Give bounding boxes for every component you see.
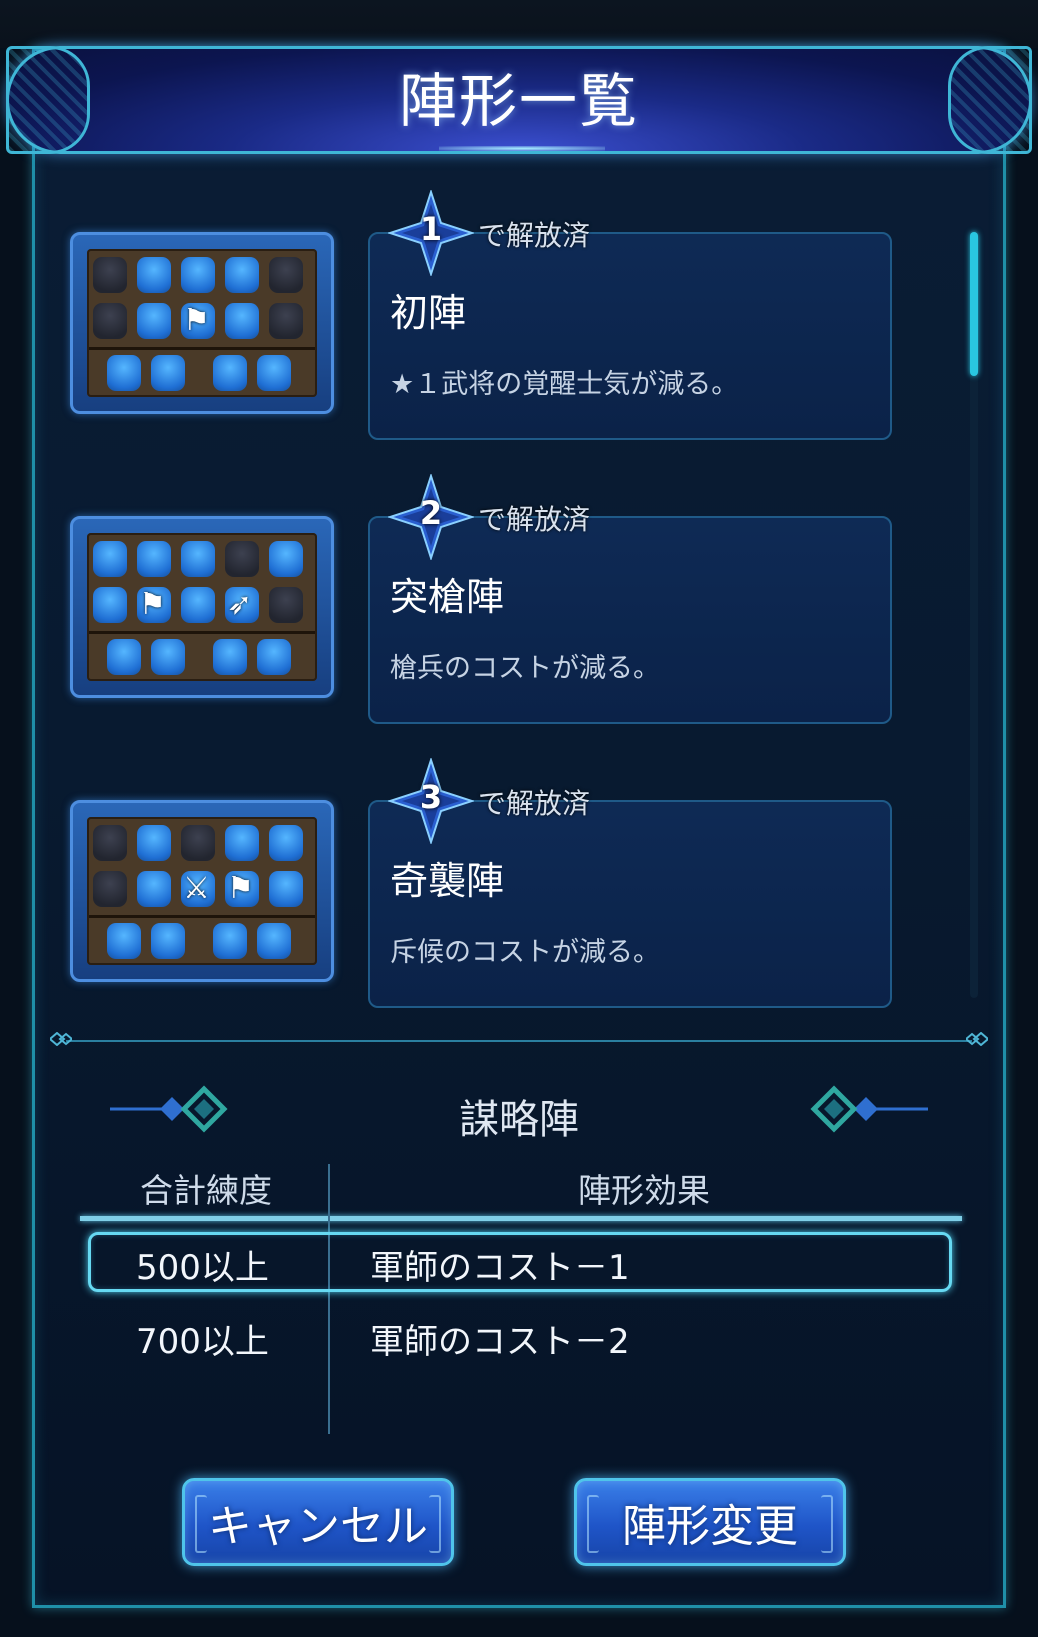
formation-description: ★１武将の覚醒士気が減る。 — [390, 369, 739, 400]
formation-preview: ⚑ ➶ — [70, 516, 334, 698]
formation-name: 奇襲陣 — [390, 859, 505, 903]
scrollbar-thumb[interactable] — [970, 232, 978, 376]
unlock-level: 3 — [419, 778, 443, 816]
unlock-label: で解放済 — [478, 503, 591, 536]
formation-description: 斥候のコストが減る。 — [390, 937, 660, 968]
formation-description: 槍兵のコストが減る。 — [390, 653, 660, 684]
background-top — [0, 0, 1038, 48]
flag-icon: ⚑ — [139, 587, 166, 622]
column-header-total: 合計練度 — [140, 1171, 272, 1210]
unlock-level: 2 — [419, 494, 443, 532]
table-cell-effect: 軍師のコスト－1 — [370, 1248, 630, 1288]
button-bracket-left — [195, 1495, 207, 1553]
unlock-label: で解放済 — [478, 219, 591, 252]
change-formation-button[interactable]: 陣形変更 — [574, 1478, 846, 1566]
table-cell-effect: 軍師のコスト－2 — [370, 1322, 630, 1362]
formation-item-3[interactable]: ⚔ ⚑ 3 で解放済 奇襲陣 斥候のコストが減る。 — [68, 758, 898, 1008]
section-divider — [66, 1040, 972, 1042]
formation-preview: ⚑ — [70, 232, 334, 414]
flag-icon: ⚑ — [227, 871, 254, 906]
formation-item-1[interactable]: ⚑ 1 で解放済 初陣 ★１武将の覚醒士気が減る。 — [68, 190, 898, 440]
formation-item-2[interactable]: ⚑ ➶ 2 で解放済 突槍陣 槍兵のコストが減る。 — [68, 474, 898, 724]
divider-end-ornament-icon — [50, 1032, 72, 1046]
button-bracket-left — [587, 1495, 599, 1553]
unlock-level: 1 — [419, 210, 443, 248]
column-header-effect: 陣形効果 — [578, 1171, 710, 1210]
unlock-label: で解放済 — [478, 787, 591, 820]
table-column-divider — [328, 1164, 330, 1434]
daggers-icon: ⚔ — [183, 871, 210, 906]
cancel-button-label: キャンセル — [208, 1501, 428, 1552]
formation-preview: ⚔ ⚑ — [70, 800, 334, 982]
flag-icon: ⚑ — [183, 303, 210, 338]
formation-name: 突槍陣 — [390, 575, 505, 619]
formation-name: 初陣 — [390, 291, 467, 335]
divider-end-ornament-icon — [966, 1032, 988, 1046]
button-bracket-right — [429, 1495, 441, 1553]
section-ornament-right-icon — [810, 1085, 928, 1133]
cancel-button[interactable]: キャンセル — [182, 1478, 454, 1566]
table-cell-threshold: 700以上 — [136, 1322, 269, 1362]
spear-icon: ➶ — [227, 587, 253, 622]
table-cell-threshold: 500以上 — [136, 1248, 269, 1288]
dialog-title: 陣形一覧 — [398, 67, 639, 135]
change-formation-button-label: 陣形変更 — [622, 1501, 798, 1552]
button-bracket-right — [821, 1495, 833, 1553]
table-header-rule — [80, 1216, 962, 1221]
